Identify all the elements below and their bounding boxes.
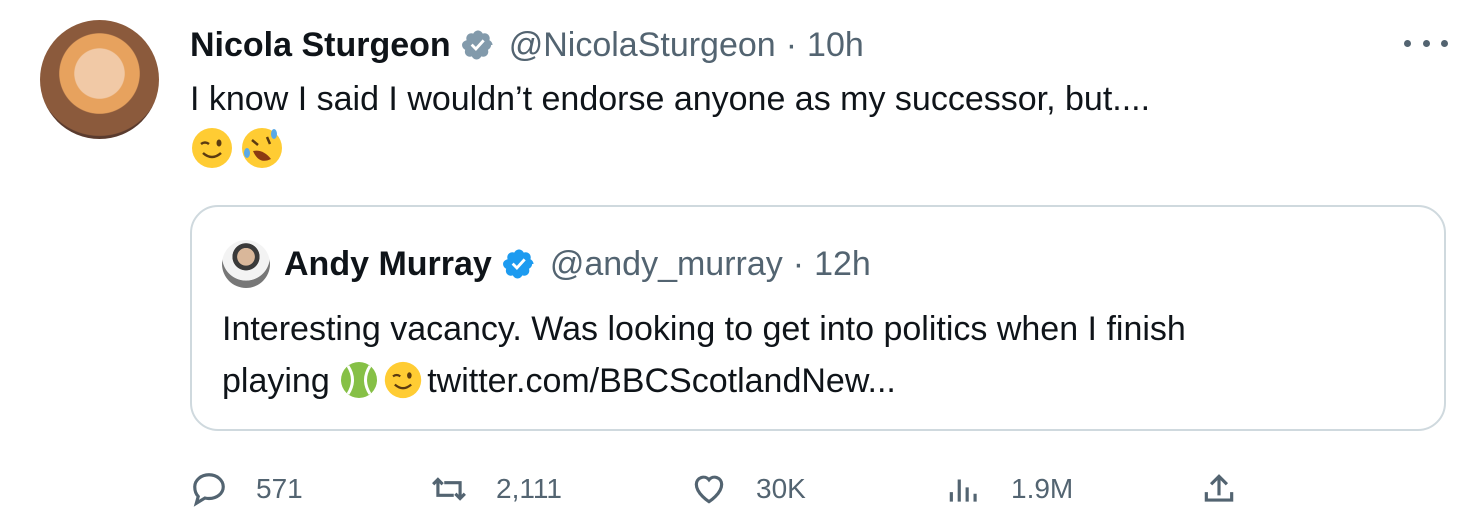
verified-badge-gray-icon: [461, 30, 493, 60]
quoted-timestamp[interactable]: 12h: [814, 245, 871, 284]
like-count: 30K: [756, 473, 806, 504]
more-options-icon[interactable]: [1404, 28, 1448, 58]
retweet-icon: [432, 477, 466, 501]
reply-icon: [193, 473, 225, 507]
quoted-tweet-header: Andy Murray @andy_murray · 12h: [222, 239, 871, 289]
tweet-header: Nicola Sturgeon @NicolaSturgeon · 10h: [190, 20, 864, 70]
author-handle[interactable]: @NicolaSturgeon: [509, 26, 776, 65]
quoted-text-line2-prefix: playing: [222, 362, 340, 400]
heart-icon: [694, 475, 724, 504]
quoted-separator-dot: ·: [792, 244, 805, 283]
share-button[interactable]: [1200, 466, 1266, 512]
winking-face-icon: [192, 128, 232, 168]
views-bar-chart-icon: [949, 479, 977, 502]
quoted-author-name[interactable]: Andy Murray: [284, 245, 492, 284]
reply-button[interactable]: 571: [190, 466, 303, 512]
quoted-link[interactable]: twitter.com/BBCScotlandNew...: [427, 362, 896, 400]
tennis-ball-icon: [341, 362, 378, 398]
quoted-author-handle[interactable]: @andy_murray: [550, 245, 783, 284]
separator-dot: ·: [785, 25, 798, 64]
quoted-tweet[interactable]: Andy Murray @andy_murray · 12h Interesti…: [190, 205, 1446, 431]
tweet-emoji-line: [190, 126, 284, 170]
views-button[interactable]: 1.9M: [945, 466, 1073, 512]
view-count: 1.9M: [1011, 473, 1074, 504]
verified-badge-blue-icon: [502, 249, 534, 279]
rolling-on-floor-laughing-icon: [242, 128, 282, 168]
quoted-author-avatar[interactable]: [222, 240, 270, 288]
reply-count: 571: [256, 473, 303, 504]
quoted-text-line1: Interesting vacancy. Was looking to get …: [222, 310, 1186, 348]
like-button[interactable]: 30K: [690, 466, 806, 512]
retweet-count: 2,111: [496, 473, 562, 504]
tweet-text: I know I said I wouldn’t endorse anyone …: [190, 80, 1151, 118]
quoted-tweet-text: Interesting vacancy. Was looking to get …: [222, 303, 1402, 407]
winking-face-icon: [385, 361, 422, 399]
author-name[interactable]: Nicola Sturgeon: [190, 26, 451, 65]
share-upload-icon: [1204, 474, 1234, 502]
author-avatar[interactable]: [40, 20, 159, 139]
retweet-button[interactable]: 2,111: [430, 466, 562, 512]
tweet-actions-bar: 571 2,111 30K 1.9M: [190, 466, 1260, 512]
tweet-timestamp[interactable]: 10h: [807, 26, 864, 65]
